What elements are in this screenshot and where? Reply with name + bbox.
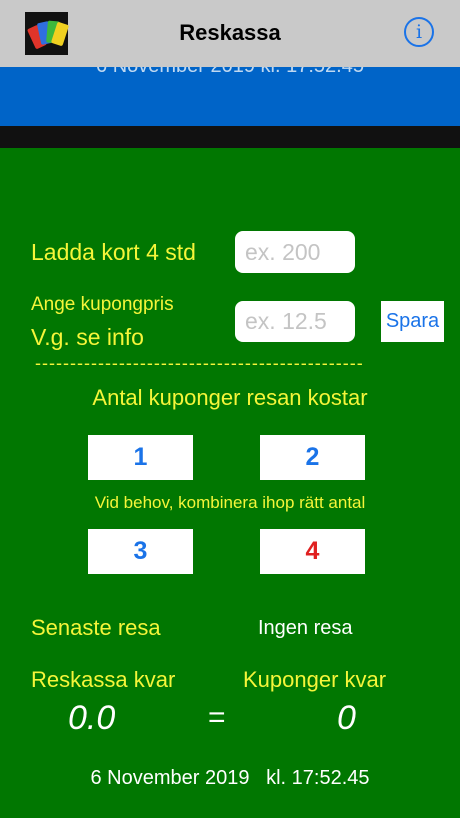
coupon-button-2[interactable]: 2	[260, 435, 365, 480]
dashed-divider: ----------------------------------------…	[35, 353, 364, 373]
banner-date: 6 November 2019 kl. 17:52.45	[0, 67, 460, 78]
save-button[interactable]: Spara	[381, 301, 444, 342]
page-title: Reskassa	[179, 20, 281, 45]
navigation-bar: Reskassa i	[0, 0, 460, 67]
equals-sign: =	[208, 701, 226, 734]
coupons-remaining-label: Kuponger kvar	[243, 667, 387, 692]
footer-timestamp: 6 November 2019 kl. 17:52.45	[0, 767, 460, 790]
coupon-info-hint: V.g. se info	[31, 324, 144, 350]
last-trip-value: Ingen resa	[258, 617, 353, 639]
footer-time: kl. 17:52.45	[266, 767, 370, 789]
coupons-remaining-value: 0	[337, 699, 356, 737]
cash-remaining-label: Reskassa kvar	[31, 667, 176, 692]
header-banner: 6 November 2019 kl. 17:52.45	[0, 67, 460, 126]
cash-remaining-value: 0.0	[68, 699, 116, 737]
last-trip-label: Senaste resa	[31, 615, 161, 640]
coupon-price-label: Ange kupongpris	[31, 294, 174, 315]
coupon-button-1[interactable]: 1	[88, 435, 193, 480]
info-icon[interactable]: i	[404, 17, 434, 47]
coupons-heading: Antal kuponger resan kostar	[92, 385, 368, 410]
charge-label: Ladda kort 4 std	[31, 239, 196, 265]
charge-amount-input[interactable]	[235, 231, 355, 273]
header-divider-band	[0, 126, 460, 148]
coupons-hint: Vid behov, kombinera ihop rätt antal	[94, 493, 366, 512]
coupon-button-3[interactable]: 3	[88, 529, 193, 574]
coupon-price-input[interactable]	[235, 301, 355, 342]
coupon-button-4[interactable]: 4	[260, 529, 365, 574]
footer-date: 6 November 2019	[90, 767, 250, 789]
